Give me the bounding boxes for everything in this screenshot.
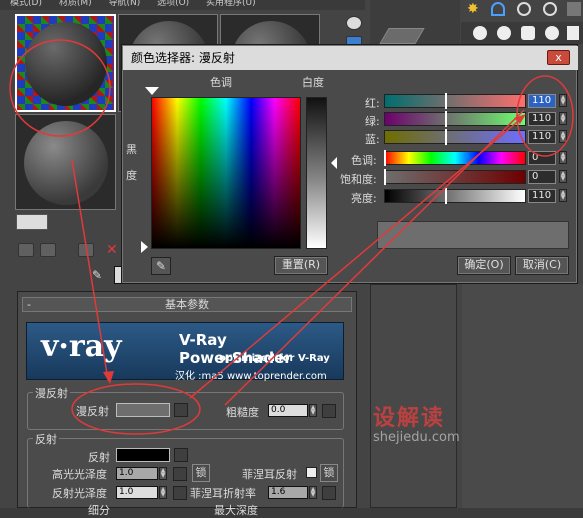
annotation-overlay (9, 39, 574, 435)
annotation-arrow-diffuse-line-2 (224, 109, 525, 406)
annotation-arrow-diffuse-line (189, 117, 523, 399)
annotation-ellipse-slot (9, 39, 111, 137)
annotation-arrow-slot-line (71, 159, 109, 381)
annotation-ellipse-rgb (516, 75, 574, 157)
annotation-ellipse-diffuse (71, 383, 201, 435)
annotation-arrowhead-slot (103, 371, 114, 384)
